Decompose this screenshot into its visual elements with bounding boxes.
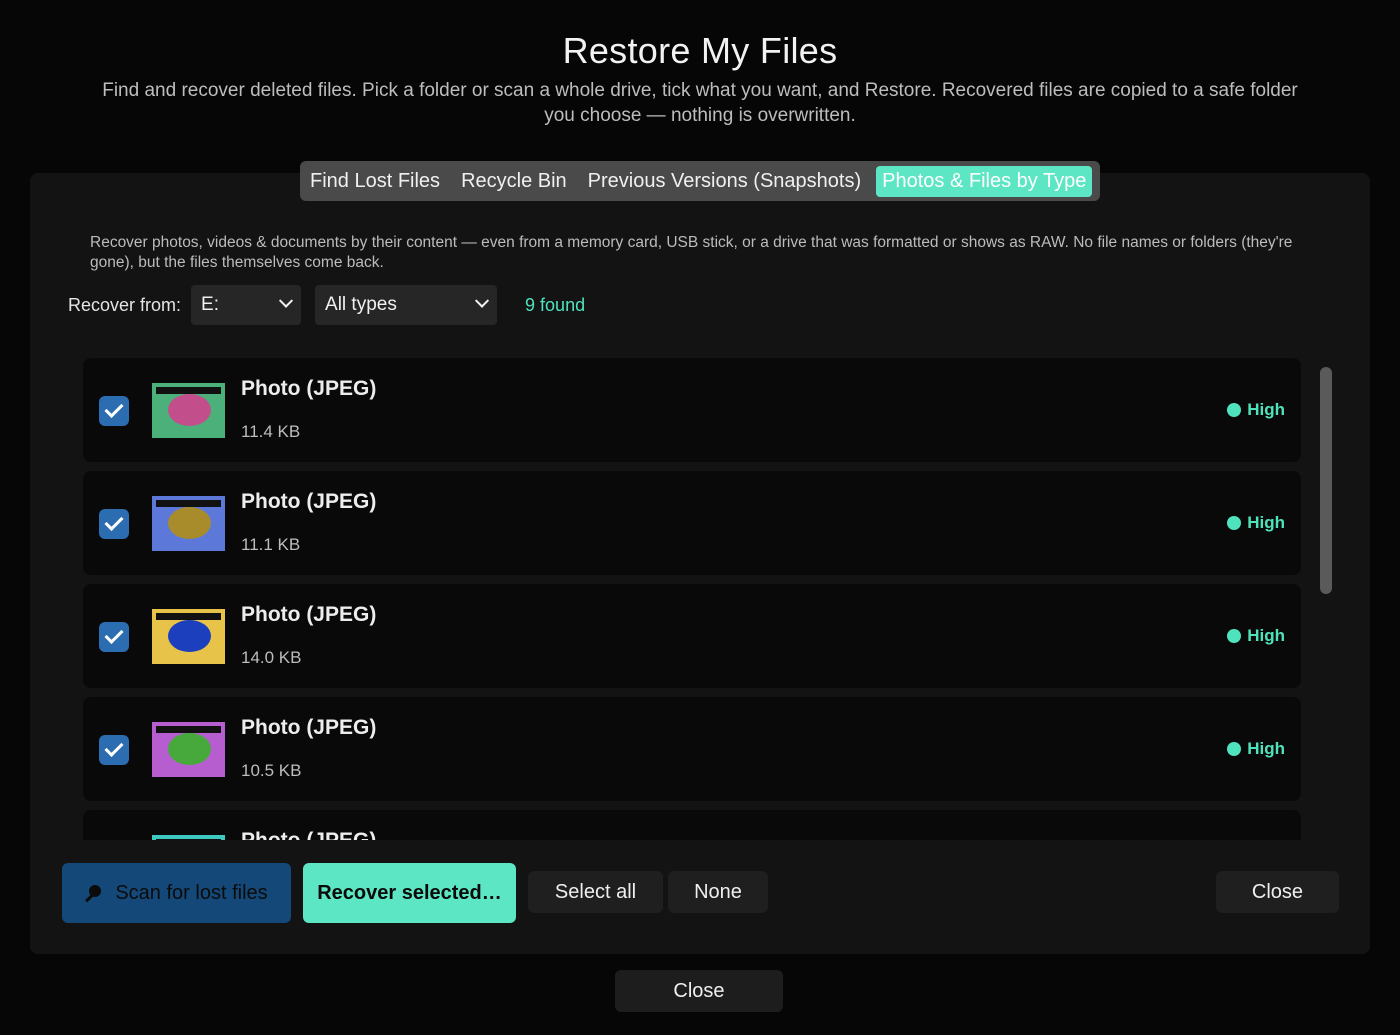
chevron-down-icon: [278, 293, 294, 308]
list-item[interactable]: Photo (JPEG): [83, 810, 1301, 840]
chevron-down-icon: [474, 293, 490, 308]
status-dot-icon: [1227, 629, 1242, 643]
file-size: 14.0 KB: [241, 648, 302, 667]
quality-label: High: [1247, 513, 1285, 532]
file-checkbox[interactable]: [99, 735, 129, 765]
page-subtitle: Find and recover deleted files. Pick a f…: [102, 80, 1298, 126]
recover-from-label: Recover from:: [68, 294, 182, 315]
file-list[interactable]: Photo (JPEG) 11.4 KB High Photo (JPEG) 1…: [83, 358, 1301, 840]
select-all-button[interactable]: Select all: [528, 871, 663, 913]
search-icon: [85, 885, 102, 903]
list-item[interactable]: Photo (JPEG) 14.0 KB High: [83, 584, 1301, 688]
tab-recycle-bin[interactable]: Recycle Bin: [455, 166, 573, 197]
recovery-quality-badge: High: [1227, 739, 1285, 759]
select-none-button[interactable]: None: [668, 871, 768, 913]
status-dot-icon: [1227, 742, 1242, 756]
photo-thumbnail: [152, 383, 225, 438]
recovery-quality-badge: High: [1227, 626, 1285, 646]
file-type-name: Photo (JPEG): [241, 716, 377, 739]
status-dot-icon: [1227, 403, 1242, 417]
photo-thumbnail: [152, 722, 225, 777]
list-item[interactable]: Photo (JPEG) 11.4 KB High: [83, 358, 1301, 462]
file-size: 11.4 KB: [241, 422, 301, 441]
tab-description: Recover photos, videos & documents by th…: [90, 234, 1293, 271]
quality-label: High: [1247, 739, 1285, 758]
file-size: 11.1 KB: [241, 535, 301, 554]
list-item[interactable]: Photo (JPEG) 11.1 KB High: [83, 471, 1301, 575]
panel-close-button[interactable]: Close: [1216, 871, 1339, 913]
recover-selected-button[interactable]: Recover selected…: [303, 863, 516, 923]
photo-thumbnail: [152, 609, 225, 664]
file-type-select-value: All types: [325, 294, 397, 315]
recovery-quality-badge: High: [1227, 513, 1285, 533]
file-checkbox[interactable]: [99, 509, 129, 539]
file-type-select[interactable]: All types: [315, 285, 498, 325]
list-item[interactable]: Photo (JPEG) 10.5 KB High: [83, 697, 1301, 801]
recovery-quality-badge: High: [1227, 400, 1285, 420]
file-type-name: Photo (JPEG): [241, 603, 377, 626]
list-scrollbar[interactable]: [1320, 367, 1332, 594]
recover-controls: Recover from: E: All types 9 found: [68, 285, 585, 325]
photo-thumbnail: [152, 496, 225, 551]
photo-thumbnail: [152, 835, 225, 840]
tab-bar: Find Lost Files Recycle Bin Previous Ver…: [300, 161, 1100, 201]
tab-previous-versions[interactable]: Previous Versions (Snapshots): [582, 166, 867, 197]
file-type-name: Photo (JPEG): [241, 377, 377, 400]
quality-label: High: [1247, 626, 1285, 645]
file-size: 10.5 KB: [241, 761, 302, 780]
file-type-name: Photo (JPEG): [241, 490, 377, 513]
page-title: Restore My Files: [562, 30, 838, 71]
tab-find-lost-files[interactable]: Find Lost Files: [304, 166, 446, 197]
header: Restore My Files: [0, 30, 1400, 72]
tab-photos-files-by-type[interactable]: Photos & Files by Type: [876, 165, 1093, 197]
file-checkbox[interactable]: [99, 396, 129, 426]
drive-select-value: E:: [201, 294, 219, 315]
scan-button-label: Scan for lost files: [115, 881, 268, 904]
file-checkbox[interactable]: [99, 622, 129, 652]
scan-for-lost-files-button[interactable]: Scan for lost files: [62, 863, 291, 923]
dialog-close-button[interactable]: Close: [615, 970, 783, 1012]
drive-select[interactable]: E:: [191, 285, 302, 325]
found-count: 9 found: [525, 294, 586, 315]
file-type-name: Photo (JPEG): [241, 829, 376, 840]
quality-label: High: [1247, 400, 1285, 419]
status-dot-icon: [1227, 516, 1242, 530]
